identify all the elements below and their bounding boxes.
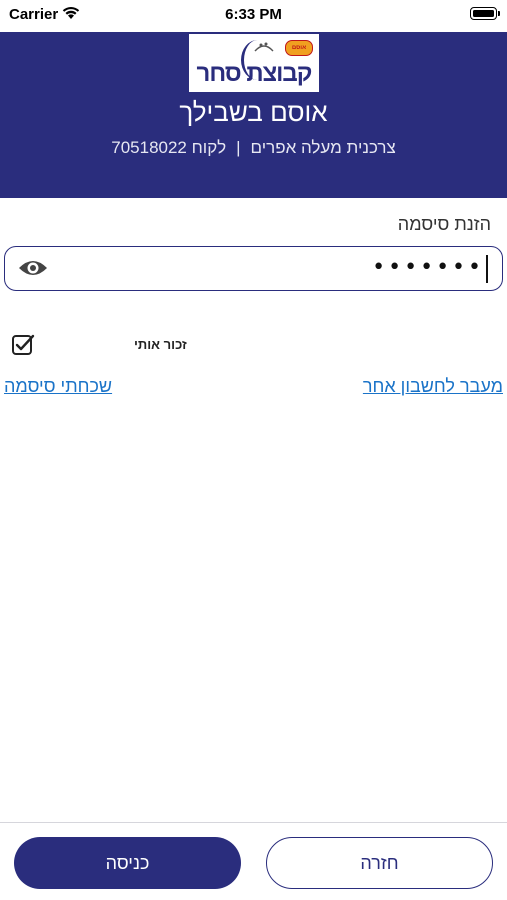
footer-divider xyxy=(0,822,507,823)
nestle-nest-icon xyxy=(254,42,274,52)
password-label: הזנת סיסמה xyxy=(397,214,491,234)
battery-icon xyxy=(470,7,500,20)
back-button[interactable]: חזרה xyxy=(266,837,493,889)
forgot-password-link[interactable]: שכחתי סיסמה xyxy=(4,376,112,397)
logo-text: קבוצת סחר xyxy=(196,60,313,87)
eye-icon[interactable] xyxy=(18,257,48,279)
status-bar: Carrier 6:33 PM xyxy=(0,0,507,32)
switch-account-link[interactable]: מעבר לחשבון אחר xyxy=(363,376,503,397)
customer-number: לקוח 70518022 xyxy=(111,138,227,157)
brand-logo: אוסם קבוצת סחר xyxy=(189,34,319,92)
status-time: 6:33 PM xyxy=(225,6,282,23)
header-banner: אוסם קבוצת סחר אוסם בשבילך צרכנית מעלה א… xyxy=(0,32,507,198)
remember-me-checkbox[interactable] xyxy=(11,333,35,357)
osem-badge-text: אוסם xyxy=(291,45,307,51)
enter-button[interactable]: כניסה xyxy=(14,837,241,889)
separator: | xyxy=(236,138,241,157)
store-info: צרכנית מעלה אפרים | לקוח 70518022 xyxy=(0,138,507,158)
password-field[interactable]: ••••••• xyxy=(4,246,503,291)
remember-me-label[interactable]: זכור אותי xyxy=(134,337,187,352)
page-title: אוסם בשבילך xyxy=(179,97,328,127)
store-name: צרכנית מעלה אפרים xyxy=(250,138,396,157)
text-caret xyxy=(486,255,488,283)
password-value: ••••••• xyxy=(372,255,484,280)
osem-badge: אוסם xyxy=(285,40,313,56)
